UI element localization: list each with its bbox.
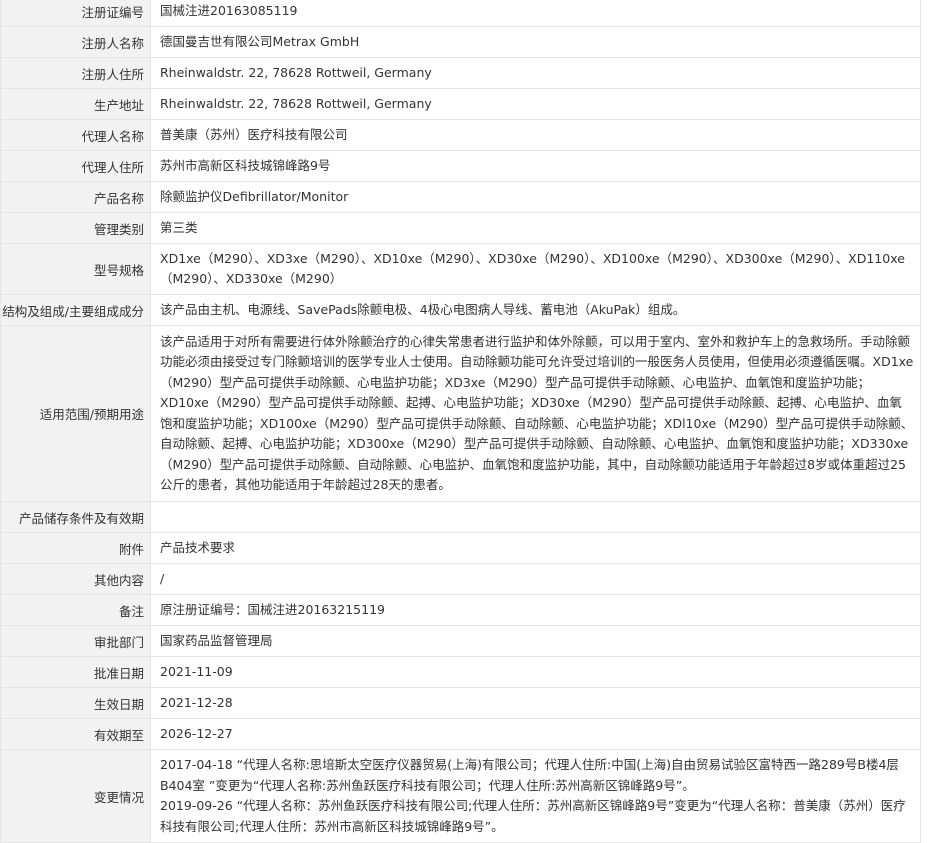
table-row: 型号规格 XD1xe（M290）、XD3xe（M290）、XD10xe（M290… <box>0 243 921 295</box>
table-row: 产品储存条件及有效期 <box>0 501 921 533</box>
row-value: 2021-12-28 <box>150 687 921 719</box>
row-label: 产品名称 <box>0 181 151 213</box>
row-value: 2021-11-09 <box>150 656 921 688</box>
changes-label: 变更情况 <box>0 749 151 843</box>
changes-value: 2017-04-18 “代理人名称:思培斯太空医疗仪器贸易(上海)有限公司；代理… <box>150 749 921 843</box>
row-value: 国械注进20163085119 <box>150 0 921 27</box>
table-row: 注册证编号 国械注进20163085119 <box>0 0 921 27</box>
row-value: 除颤监护仪Defibrillator/Monitor <box>150 181 921 213</box>
change-entry: 2019-09-26 “代理人名称：苏州鱼跃医疗科技有限公司;代理人住所：苏州高… <box>160 798 906 834</box>
table-row: 有效期至 2026-12-27 <box>0 718 921 750</box>
change-entry: 2017-04-18 “代理人名称:思培斯太空医疗仪器贸易(上海)有限公司；代理… <box>160 757 899 793</box>
table-row: 管理类别 第三类 <box>0 212 921 244</box>
row-label: 代理人住所 <box>0 150 151 182</box>
row-label: 型号规格 <box>0 243 151 295</box>
row-value: 2026-12-27 <box>150 718 921 750</box>
table-row: 备注 原注册证编号：国械注进20163215119 <box>0 594 921 626</box>
row-value: Rheinwaldstr. 22, 78628 Rottweil, German… <box>150 57 921 89</box>
row-value: 苏州市高新区科技城锦峰路9号 <box>150 150 921 182</box>
row-value <box>150 501 921 533</box>
table-row: 生效日期 2021-12-28 <box>0 687 921 719</box>
row-label: 注册证编号 <box>0 0 151 27</box>
row-value: 该产品适用于对所有需要进行体外除颤治疗的心律失常患者进行监护和体外除颤，可以用于… <box>150 325 921 502</box>
table-row: 代理人名称 普美康（苏州）医疗科技有限公司 <box>0 119 921 151</box>
row-value: Rheinwaldstr. 22, 78628 Rottweil, German… <box>150 88 921 120</box>
table-row: 注册人住所 Rheinwaldstr. 22, 78628 Rottweil, … <box>0 57 921 89</box>
row-label: 代理人名称 <box>0 119 151 151</box>
row-label: 管理类别 <box>0 212 151 244</box>
table-row: 代理人住所 苏州市高新区科技城锦峰路9号 <box>0 150 921 182</box>
row-value: XD1xe（M290）、XD3xe（M290）、XD10xe（M290）、XD3… <box>150 243 921 295</box>
table-row: 其他内容 / <box>0 563 921 595</box>
table-row: 审批部门 国家药品监督管理局 <box>0 625 921 657</box>
table-row: 产品名称 除颤监护仪Defibrillator/Monitor <box>0 181 921 213</box>
row-value: 原注册证编号：国械注进20163215119 <box>150 594 921 626</box>
row-label: 适用范围/预期用途 <box>0 325 151 502</box>
row-value: 产品技术要求 <box>150 532 921 564</box>
table-row: 注册人名称 德国曼吉世有限公司Metrax GmbH <box>0 26 921 58</box>
row-value: / <box>150 563 921 595</box>
row-label: 其他内容 <box>0 563 151 595</box>
row-label: 注册人住所 <box>0 57 151 89</box>
row-label: 结构及组成/主要组成成分 <box>0 294 151 326</box>
row-value: 国家药品监督管理局 <box>150 625 921 657</box>
row-label: 生效日期 <box>0 687 151 719</box>
row-label: 生产地址 <box>0 88 151 120</box>
table-row: 结构及组成/主要组成成分 该产品由主机、电源线、SavePads除颤电极、4极心… <box>0 294 921 326</box>
table-row: 附件 产品技术要求 <box>0 532 921 564</box>
row-value: 第三类 <box>150 212 921 244</box>
table-row: 批准日期 2021-11-09 <box>0 656 921 688</box>
row-value: 普美康（苏州）医疗科技有限公司 <box>150 119 921 151</box>
row-value: 德国曼吉世有限公司Metrax GmbH <box>150 26 921 58</box>
row-label: 审批部门 <box>0 625 151 657</box>
row-label: 注册人名称 <box>0 26 151 58</box>
row-value: 该产品由主机、电源线、SavePads除颤电极、4极心电图病人导线、蓄电池（Ak… <box>150 294 921 326</box>
row-label: 附件 <box>0 532 151 564</box>
table-row: 变更情况 2017-04-18 “代理人名称:思培斯太空医疗仪器贸易(上海)有限… <box>0 749 921 843</box>
row-label: 批准日期 <box>0 656 151 688</box>
table-row: 生产地址 Rheinwaldstr. 22, 78628 Rottweil, G… <box>0 88 921 120</box>
row-label: 有效期至 <box>0 718 151 750</box>
row-label: 产品储存条件及有效期 <box>0 501 151 533</box>
row-label: 备注 <box>0 594 151 626</box>
registration-info-table: 注册证编号 国械注进20163085119 注册人名称 德国曼吉世有限公司Met… <box>0 0 921 843</box>
table-row: 适用范围/预期用途 该产品适用于对所有需要进行体外除颤治疗的心律失常患者进行监护… <box>0 325 921 502</box>
